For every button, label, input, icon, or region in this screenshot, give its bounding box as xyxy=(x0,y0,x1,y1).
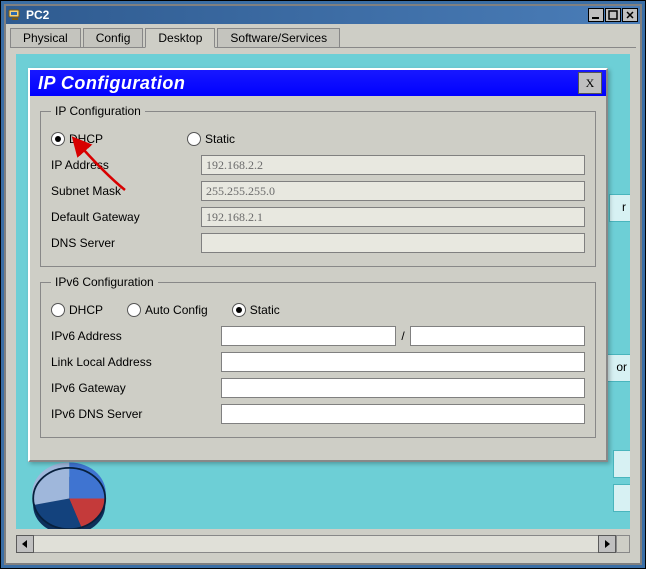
subnet-mask-row: Subnet Mask xyxy=(51,178,585,204)
subnet-mask-label: Subnet Mask xyxy=(51,184,201,198)
ipv6-gateway-row: IPv6 Gateway xyxy=(51,375,585,401)
default-gateway-row: Default Gateway xyxy=(51,204,585,230)
link-local-field[interactable] xyxy=(221,352,585,372)
default-gateway-field[interactable] xyxy=(201,207,585,227)
scroll-right-button[interactable] xyxy=(598,535,616,553)
scroll-track[interactable] xyxy=(34,535,598,553)
ipv6-dns-label: IPv6 DNS Server xyxy=(51,407,221,421)
dns-server-row: DNS Server xyxy=(51,230,585,256)
maximize-button[interactable] xyxy=(605,8,621,22)
background-panel-fragment xyxy=(613,450,630,478)
ipv6-dns-field[interactable] xyxy=(221,404,585,424)
background-panel-fragment: or xyxy=(605,354,630,382)
ipv6-address-field[interactable] xyxy=(221,326,396,346)
desktop-area: r or xyxy=(16,54,630,529)
ipv6-legend: IPv6 Configuration xyxy=(51,275,158,289)
ip-address-label: IP Address xyxy=(51,158,201,172)
pc2-window: PC2 Physical Config Desktop Software/Ser… xyxy=(4,4,642,565)
ipv6-dhcp-radio[interactable]: DHCP xyxy=(51,303,103,317)
ipv6-static-radio[interactable]: Static xyxy=(232,303,280,317)
ipv6-gateway-field[interactable] xyxy=(221,378,585,398)
status-grip xyxy=(616,535,630,553)
scroll-left-button[interactable] xyxy=(16,535,34,553)
dialog-body: IP Configuration DHCP Static xyxy=(30,96,606,460)
radio-dot-icon xyxy=(51,303,65,317)
tab-bar: Physical Config Desktop Software/Service… xyxy=(6,24,640,47)
dialog-titlebar: IP Configuration X xyxy=(30,70,606,96)
ipv4-dhcp-radio[interactable]: DHCP xyxy=(51,132,103,146)
background-panel-fragment xyxy=(613,484,630,512)
background-panel-fragment: r xyxy=(609,194,630,222)
ip-configuration-dialog: IP Configuration X IP Configuration DHCP… xyxy=(28,68,608,462)
minimize-button[interactable] xyxy=(588,8,604,22)
prefix-separator: / xyxy=(398,329,407,343)
ipv6-dns-row: IPv6 DNS Server xyxy=(51,401,585,427)
ipv4-config-group: IP Configuration DHCP Static xyxy=(40,104,596,267)
ipv6-autoconfig-radio[interactable]: Auto Config xyxy=(127,303,208,317)
ipv4-legend: IP Configuration xyxy=(51,104,145,118)
close-button[interactable] xyxy=(622,8,638,22)
default-gateway-label: Default Gateway xyxy=(51,210,201,224)
ipv6-config-group: IPv6 Configuration DHCP Auto Config Stat… xyxy=(40,275,596,438)
titlebar: PC2 xyxy=(6,6,640,24)
ip-address-field[interactable] xyxy=(201,155,585,175)
subnet-mask-field[interactable] xyxy=(201,181,585,201)
tab-physical[interactable]: Physical xyxy=(10,28,81,48)
pc-icon xyxy=(8,8,22,22)
ipv6-gateway-label: IPv6 Gateway xyxy=(51,381,221,395)
window-title: PC2 xyxy=(26,8,49,22)
ipv4-static-radio[interactable]: Static xyxy=(187,132,235,146)
window-controls xyxy=(588,8,638,22)
app-stage: PC2 Physical Config Desktop Software/Ser… xyxy=(0,0,646,569)
radio-dot-icon xyxy=(232,303,246,317)
tab-desktop[interactable]: Desktop xyxy=(145,28,215,48)
dialog-title: IP Configuration xyxy=(38,73,185,94)
tab-content: r or xyxy=(10,47,636,559)
dialog-close-button[interactable]: X xyxy=(578,72,602,94)
ipv6-address-row: IPv6 Address / xyxy=(51,323,585,349)
radio-dot-icon xyxy=(187,132,201,146)
ipv6-address-label: IPv6 Address xyxy=(51,329,221,343)
ipv6-mode-row: DHCP Auto Config Static xyxy=(51,297,585,323)
link-local-label: Link Local Address xyxy=(51,355,221,369)
dns-server-label: DNS Server xyxy=(51,236,201,250)
ipv6-prefix-field[interactable] xyxy=(410,326,585,346)
bottom-scrollbar-area xyxy=(16,531,630,557)
link-local-row: Link Local Address xyxy=(51,349,585,375)
radio-dot-icon xyxy=(51,132,65,146)
ipv4-mode-row: DHCP Static xyxy=(51,126,585,152)
radio-dot-icon xyxy=(127,303,141,317)
tab-software-services[interactable]: Software/Services xyxy=(217,28,340,48)
dns-server-field[interactable] xyxy=(201,233,585,253)
ip-address-row: IP Address xyxy=(51,152,585,178)
tab-config[interactable]: Config xyxy=(83,28,144,48)
